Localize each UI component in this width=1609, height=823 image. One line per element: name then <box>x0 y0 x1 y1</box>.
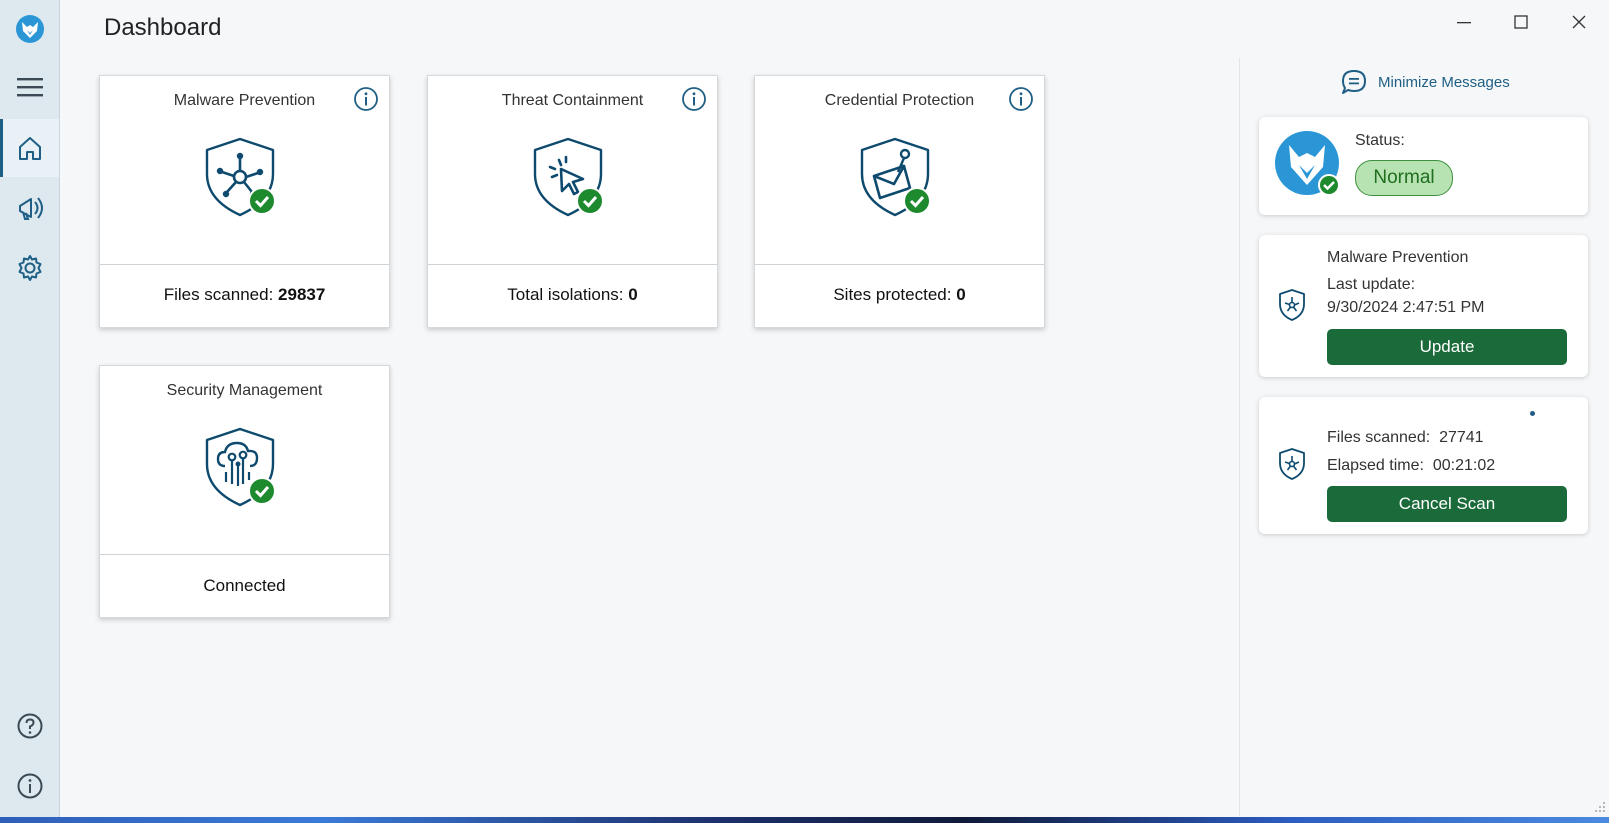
malware-shield-icon <box>205 137 276 217</box>
activity-indicator <box>1530 411 1535 416</box>
hamburger-menu-icon <box>16 78 43 97</box>
info-button[interactable] <box>353 86 379 117</box>
fox-avatar-icon <box>1275 131 1340 196</box>
last-update-label: Last update: <box>1327 276 1416 293</box>
gear-icon <box>18 255 41 281</box>
files-scanned-label: Files scanned: <box>1327 429 1431 446</box>
sites-protected-summary: Sites protected: 0 <box>755 285 1044 305</box>
divider <box>100 554 389 555</box>
files-scanned-summary: Files scanned: 29837 <box>100 285 389 305</box>
scan-panel: Files scanned: 27741 Elapsed time: 00:21… <box>1259 397 1588 534</box>
divider <box>428 264 717 265</box>
right-panel-separator <box>1239 58 1240 816</box>
sidebar-item-home[interactable] <box>0 119 59 177</box>
sidebar-item-messages[interactable] <box>0 179 59 237</box>
files-scanned-value: 27741 <box>1439 429 1484 446</box>
sidebar-item-help[interactable] <box>0 697 59 755</box>
card-threat-containment[interactable]: Threat Containment Total isolations: 0 <box>427 75 718 328</box>
minimize-window-button[interactable] <box>1441 6 1487 38</box>
files-scanned-row: Files scanned: 27741 <box>1327 429 1484 447</box>
malware-update-panel: Malware Prevention Last update: 9/30/202… <box>1259 235 1588 377</box>
status-badge: Normal <box>1355 160 1453 196</box>
divider <box>100 264 389 265</box>
card-credential-protection[interactable]: Credential Protection Sites protected: 0 <box>754 75 1045 328</box>
info-icon <box>354 87 378 111</box>
status-panel: Status: Normal <box>1259 117 1588 215</box>
footer-label: Files scanned: <box>163 285 279 304</box>
resize-grip-icon[interactable] <box>1594 801 1606 813</box>
footer-label: Total isolations: <box>507 285 629 304</box>
app-logo <box>0 0 59 58</box>
info-button[interactable] <box>681 86 707 117</box>
card-malware-prevention[interactable]: Malware Prevention Files scanned: 29837 <box>99 75 390 328</box>
page-title: Dashboard <box>104 14 222 41</box>
help-icon <box>17 713 42 739</box>
envelope-shield-icon <box>860 137 931 217</box>
info-button[interactable] <box>1008 86 1034 117</box>
close-icon <box>1572 15 1586 29</box>
footer-label: Connected <box>203 576 286 595</box>
sidebar-item-settings[interactable] <box>0 239 59 297</box>
megaphone-icon <box>18 197 43 220</box>
sidebar <box>0 0 60 817</box>
elapsed-time-row: Elapsed time: 00:21:02 <box>1327 457 1495 475</box>
elapsed-time-value: 00:21:02 <box>1432 457 1496 474</box>
footer-value: 29837 <box>278 285 326 304</box>
maximize-icon <box>1514 15 1528 29</box>
chat-bubble-icon <box>1342 70 1366 94</box>
close-window-button[interactable] <box>1556 6 1602 38</box>
card-title: Malware Prevention <box>173 92 316 109</box>
home-icon <box>18 137 41 160</box>
minimize-icon <box>1457 22 1471 24</box>
card-title: Threat Containment <box>501 92 644 109</box>
footer-value: 0 <box>956 285 966 304</box>
cursor-shield-icon <box>533 137 604 217</box>
fox-logo-icon <box>15 15 44 43</box>
desktop-taskbar-edge <box>0 817 1609 823</box>
elapsed-time-label: Elapsed time: <box>1327 457 1424 474</box>
info-icon <box>1009 87 1033 111</box>
last-update-value: 9/30/2024 2:47:51 PM <box>1327 299 1485 316</box>
isolations-summary: Total isolations: 0 <box>428 285 717 305</box>
malware-shield-icon <box>1279 289 1305 321</box>
cloud-shield-icon <box>205 427 276 507</box>
footer-value: 0 <box>628 285 638 304</box>
menu-button[interactable] <box>0 58 59 116</box>
sidebar-item-about[interactable] <box>0 757 59 815</box>
divider <box>755 264 1044 265</box>
update-button[interactable]: Update <box>1327 329 1567 365</box>
status-label: Status: <box>1355 132 1405 149</box>
footer-label: Sites protected: <box>833 285 957 304</box>
connection-status: Connected <box>100 576 389 596</box>
card-title: Credential Protection <box>824 92 975 109</box>
cancel-scan-button[interactable]: Cancel Scan <box>1327 486 1567 522</box>
panel-title: Malware Prevention <box>1327 249 1469 266</box>
minimize-messages-button[interactable]: Minimize Messages <box>1340 68 1510 96</box>
card-title: Security Management <box>166 382 323 399</box>
minimize-messages-label: Minimize Messages <box>1378 73 1510 91</box>
info-icon <box>682 87 706 111</box>
maximize-window-button[interactable] <box>1498 6 1544 38</box>
info-icon <box>17 773 42 799</box>
card-security-management[interactable]: Security Management Connected <box>99 365 390 618</box>
malware-shield-icon <box>1279 448 1305 480</box>
